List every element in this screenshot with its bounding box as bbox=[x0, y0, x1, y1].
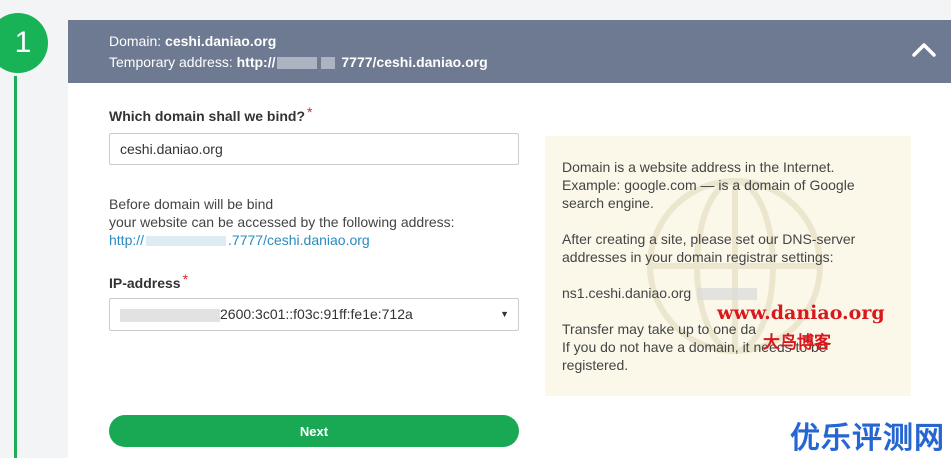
header-domain-line: Domain: ceshi.daniao.org bbox=[109, 31, 951, 52]
watermark-site: www.daniao.org bbox=[717, 302, 885, 324]
temp-address-note: Before domain will be bind your website … bbox=[109, 195, 519, 249]
ip-address-label: IP-address * bbox=[109, 271, 189, 291]
domain-value: ceshi.daniao.org bbox=[165, 33, 277, 49]
info-paragraph-dns: After creating a site, please set our DN… bbox=[562, 231, 856, 265]
redacted-ip-mask bbox=[277, 57, 318, 70]
info-paragraph-transfer: Transfer may take up to one da If you do… bbox=[562, 321, 827, 373]
note-line-2: your website can be accessed by the foll… bbox=[109, 214, 455, 230]
step-number-badge: 1 bbox=[0, 13, 48, 73]
card-header[interactable]: Domain: ceshi.daniao.org Temporary addre… bbox=[68, 20, 951, 83]
domain-step-card: Domain: ceshi.daniao.org Temporary addre… bbox=[68, 20, 951, 458]
domain-form: Which domain shall we bind?* Before doma… bbox=[109, 104, 519, 331]
watermark-corner: 优乐评测网 bbox=[790, 422, 945, 455]
ip-address-value: 2600:3c01::f03c:91ff:fe1e:712a bbox=[220, 306, 413, 322]
dropdown-arrow-icon: ▼ bbox=[500, 309, 509, 319]
domain-question-label: Which domain shall we bind? * bbox=[109, 104, 313, 124]
redacted-ip-mask bbox=[321, 57, 336, 70]
domain-label: Domain: bbox=[109, 33, 162, 49]
next-button[interactable]: Next bbox=[109, 415, 519, 447]
temp-address-label: Temporary address: bbox=[109, 54, 233, 70]
header-temp-address-line: Temporary address: http:// 7777/ceshi.da… bbox=[109, 52, 951, 73]
domain-info-panel: Domain is a website address in the Inter… bbox=[545, 136, 911, 396]
redacted-ip-mask bbox=[120, 308, 220, 322]
temp-address-prefix: http:// bbox=[236, 54, 276, 70]
info-paragraph-domain: Domain is a website address in the Inter… bbox=[562, 159, 855, 211]
temp-address-link[interactable]: http://.7777/ceshi.daniao.org bbox=[109, 232, 370, 248]
required-mark: * bbox=[307, 104, 313, 120]
domain-input[interactable] bbox=[109, 133, 519, 165]
chevron-up-icon bbox=[912, 43, 936, 57]
required-mark: * bbox=[182, 271, 189, 287]
redacted-mask bbox=[697, 288, 758, 301]
note-line-1: Before domain will be bind bbox=[109, 196, 274, 212]
ip-address-select[interactable]: 2600:3c01::f03c:91ff:fe1e:712a ▼ bbox=[109, 298, 519, 331]
redacted-ip-mask bbox=[146, 236, 227, 247]
watermark-blog-name: 大鸟博客 bbox=[763, 333, 831, 352]
step-rail bbox=[14, 60, 17, 458]
temp-address-suffix: 7777/ceshi.daniao.org bbox=[341, 54, 488, 70]
collapse-button[interactable] bbox=[911, 40, 937, 60]
info-nameserver: ns1.ceshi.daniao.org bbox=[562, 284, 894, 302]
